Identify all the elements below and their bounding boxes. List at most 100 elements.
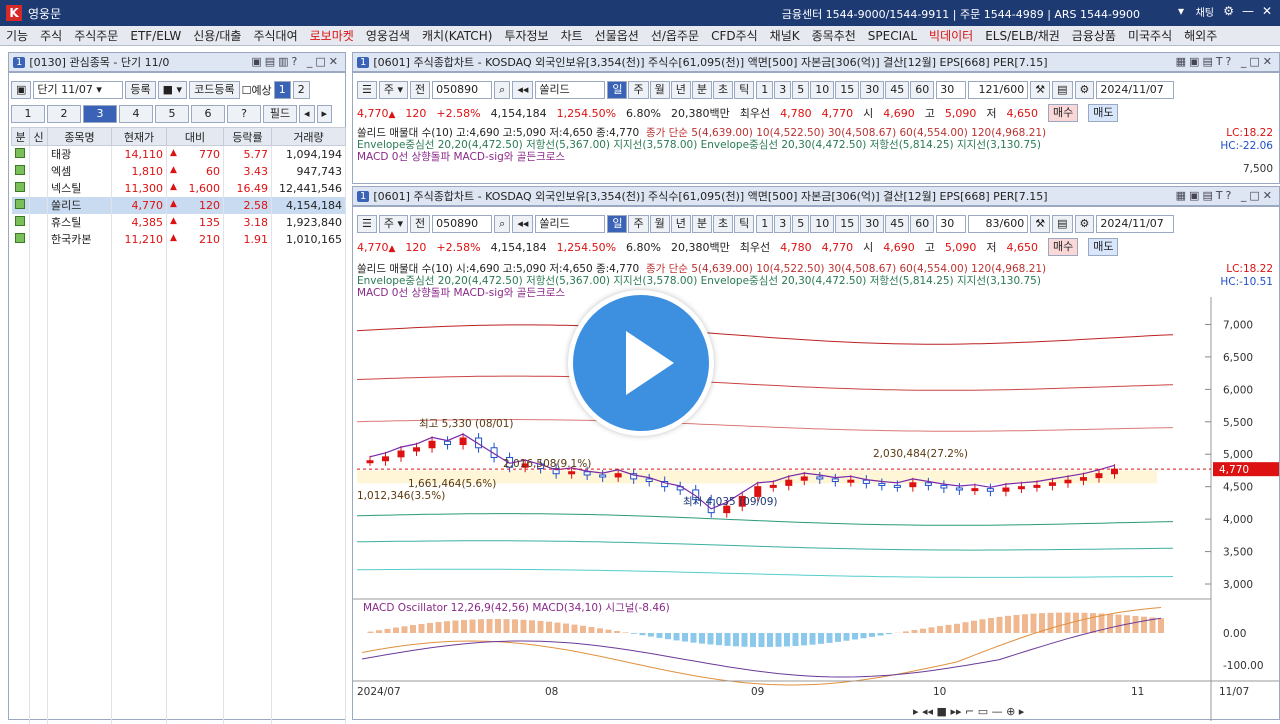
interval-button[interactable]: 1 — [756, 215, 773, 233]
sell-button[interactable]: 매도 — [1088, 238, 1118, 256]
bars-field[interactable]: 121/600 — [968, 81, 1028, 99]
menu-item[interactable]: 채널K — [764, 27, 806, 44]
all-button[interactable]: 전 — [410, 215, 430, 233]
sound-icon[interactable]: ◂◂ — [512, 81, 533, 99]
window-controls[interactable]: ▦▣▤T? _□✕ — [1176, 189, 1275, 202]
menu-item[interactable]: 선/옵주문 — [645, 27, 705, 44]
interval-button[interactable]: 10 — [810, 215, 834, 233]
menu-item[interactable]: 빅데이터 — [923, 27, 979, 44]
menu-item[interactable]: 영웅검색 — [360, 27, 416, 44]
stock-name[interactable]: 쏠리드 — [48, 197, 112, 214]
interval-button[interactable]: 60 — [910, 81, 934, 99]
tab-6[interactable]: 6 — [191, 105, 225, 123]
menu-item[interactable]: 주식 — [34, 27, 68, 44]
stock-name-field[interactable]: 쏠리드 — [535, 215, 605, 233]
interval-button[interactable]: 60 — [910, 215, 934, 233]
save-icon[interactable]: ▤ — [1052, 215, 1072, 233]
column-header[interactable]: 현재가 — [112, 128, 167, 146]
register-button[interactable]: 등록 — [125, 81, 155, 99]
table-row[interactable]: 엑셈1,810▲603.43947,743 — [12, 163, 346, 180]
period-button[interactable]: 일 — [607, 81, 627, 99]
column-header[interactable]: 분 — [12, 128, 30, 146]
interval-button[interactable]: 10 — [810, 81, 834, 99]
field-button[interactable]: 필드 — [263, 105, 297, 123]
table-row[interactable]: 쏠리드4,770▲1202.584,154,184 — [12, 197, 346, 214]
menu-item[interactable]: 종목추천 — [806, 27, 862, 44]
stock-name-field[interactable]: 쏠리드 — [535, 81, 605, 99]
column-header[interactable]: 대비 — [167, 128, 224, 146]
stock-name[interactable]: 한국카본 — [48, 231, 112, 248]
bars-field[interactable]: 83/600 — [968, 215, 1028, 233]
interval-button[interactable]: 30 — [860, 81, 884, 99]
code-input[interactable]: 050890 — [432, 81, 492, 99]
code-input[interactable]: 050890 — [432, 215, 492, 233]
table-row[interactable]: 휴스틸4,385▲1353.181,923,840 — [12, 214, 346, 231]
window-controls[interactable]: ▣▤▥? _□✕ — [251, 55, 341, 68]
period-button[interactable]: 월 — [650, 81, 670, 99]
stock-type-select[interactable]: 주 ▾ — [379, 215, 408, 233]
list-icon[interactable]: ☰ — [357, 215, 377, 233]
scroll-controls[interactable]: ▸ ◂◂ ■ ▸▸ ⌐ ▭ — ⊕ ▸ — [913, 705, 1025, 718]
price-chart[interactable]: 7,0006,5006,0005,5005,0004,5004,0003,500… — [353, 297, 1279, 721]
menu-item[interactable]: 미국주식 — [1122, 27, 1178, 44]
menu-item[interactable]: 차트 — [555, 27, 589, 44]
menu-item[interactable]: 신용/대출 — [187, 27, 247, 44]
stock-name[interactable]: 엑셈 — [48, 163, 112, 180]
period-button[interactable]: 주 — [628, 81, 648, 99]
date-field[interactable]: 2024/11/07 — [1096, 81, 1174, 99]
tab-3[interactable]: 3 — [83, 105, 117, 123]
stock-name[interactable]: 넥스틸 — [48, 180, 112, 197]
menu-item[interactable]: 로보마켓 — [304, 27, 360, 44]
save-icon[interactable]: ▤ — [1052, 81, 1072, 99]
menu-item[interactable]: 주식주문 — [68, 27, 124, 44]
interval-button[interactable]: 5 — [792, 81, 809, 99]
menu-item[interactable]: 선물옵션 — [589, 27, 645, 44]
count-field[interactable]: 30 — [936, 215, 966, 233]
stock-name[interactable]: 태광 — [48, 146, 112, 163]
period-button[interactable]: 분 — [692, 81, 712, 99]
page-1-button[interactable]: 1 — [274, 81, 291, 99]
menu-item[interactable]: 기능 — [0, 27, 34, 44]
close-icon[interactable]: ✕ — [1262, 4, 1272, 18]
page-2-button[interactable]: 2 — [293, 81, 310, 99]
search-icon[interactable]: ⌕ — [494, 215, 510, 233]
sound-icon[interactable]: ◂◂ — [512, 215, 533, 233]
menu-item[interactable]: ETF/ELW — [124, 29, 187, 43]
gear-icon[interactable]: ⚙ — [1075, 81, 1095, 99]
table-row[interactable]: 넥스틸11,300▲1,60016.4912,441,546 — [12, 180, 346, 197]
column-header[interactable]: 거래량 — [272, 128, 346, 146]
chat-button[interactable]: 채팅 — [1196, 4, 1214, 19]
period-button[interactable]: 초 — [713, 81, 733, 99]
sell-button[interactable]: 매도 — [1088, 104, 1118, 122]
period-button[interactable]: 틱 — [734, 81, 754, 99]
next-arrow-icon[interactable]: ▸ — [317, 105, 333, 123]
interval-button[interactable]: 45 — [885, 215, 909, 233]
table-row[interactable]: 태광14,110▲7705.771,094,194 — [12, 146, 346, 163]
buy-button[interactable]: 매수 — [1048, 238, 1078, 256]
video-play-icon[interactable] — [568, 290, 714, 436]
code-register-button[interactable]: 코드등록 — [189, 81, 239, 99]
all-button[interactable]: 전 — [410, 81, 430, 99]
minimize-icon[interactable]: — — [1242, 4, 1254, 18]
date-field[interactable]: 2024/11/07 — [1096, 215, 1174, 233]
gear-icon[interactable]: ⚙ — [1223, 4, 1234, 18]
window-controls[interactable]: ▦▣▤T? _□✕ — [1176, 55, 1275, 68]
interval-button[interactable]: 1 — [756, 81, 773, 99]
period-button[interactable]: 초 — [713, 215, 733, 233]
gear-icon[interactable]: ⚙ — [1075, 215, 1095, 233]
column-header[interactable]: 등락률 — [224, 128, 272, 146]
stock-name[interactable]: 휴스틸 — [48, 214, 112, 231]
menu-item[interactable]: 주식대여 — [247, 27, 303, 44]
menu-button[interactable]: ■ ▾ — [158, 81, 187, 99]
menu-item[interactable]: 투자정보 — [498, 27, 554, 44]
buy-button[interactable]: 매수 — [1048, 104, 1078, 122]
interval-button[interactable]: 30 — [860, 215, 884, 233]
tab-4[interactable]: 4 — [119, 105, 153, 123]
tool-icon[interactable]: ⚒ — [1030, 215, 1050, 233]
period-button[interactable]: 년 — [671, 81, 691, 99]
interval-button[interactable]: 15 — [835, 81, 859, 99]
count-field[interactable]: 30 — [936, 81, 966, 99]
tool-icon[interactable]: ⚒ — [1030, 81, 1050, 99]
interval-button[interactable]: 15 — [835, 215, 859, 233]
interval-button[interactable]: 45 — [885, 81, 909, 99]
